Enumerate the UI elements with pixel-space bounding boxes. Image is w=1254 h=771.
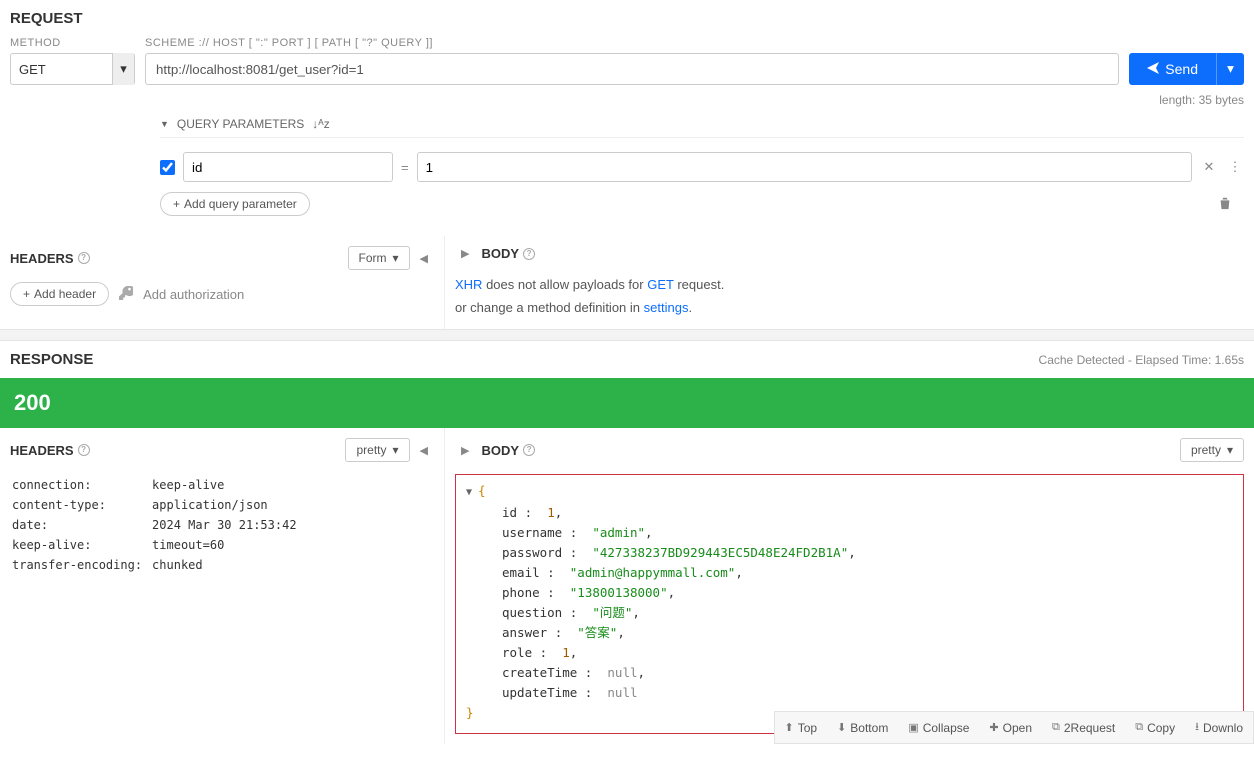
top-button[interactable]: ⬆Top	[775, 712, 828, 743]
resp-headers-mode[interactable]: pretty ▾	[345, 438, 409, 462]
plus-icon: +	[23, 287, 30, 301]
trash-icon[interactable]	[1216, 196, 1234, 213]
chevron-down-icon: ▼	[160, 119, 169, 129]
url-length: length: 35 bytes	[0, 93, 1254, 111]
add-header-button[interactable]: + Add header	[10, 282, 109, 306]
add-header-label: Add header	[34, 287, 96, 301]
header-row: connection:keep-alive	[12, 476, 305, 494]
collapse-toggle-icon[interactable]: ▼	[466, 487, 478, 498]
collapse-button[interactable]: ▣Collapse	[898, 712, 979, 743]
2request-button[interactable]: ⧉2Request	[1042, 712, 1125, 743]
add-param-label: Add query parameter	[184, 197, 297, 211]
headers-mode-value: Form	[359, 251, 387, 265]
request-title: REQUEST	[0, 0, 1254, 37]
send-label: Send	[1165, 61, 1198, 77]
header-row: content-type:application/json	[12, 496, 305, 514]
resp-headers-title: HEADERS	[10, 443, 74, 458]
caret-down-icon: ▾	[393, 443, 399, 457]
arrow-up-circle-icon: ⬆	[785, 721, 794, 734]
caret-down-icon: ▾	[393, 251, 399, 265]
download-icon: ⭳	[1195, 718, 1199, 737]
response-json: ▼{ id : 1, username : "admin", password …	[455, 474, 1244, 734]
sort-icon[interactable]: ↓ᴬz	[312, 117, 329, 131]
get-link[interactable]: GET	[647, 277, 674, 292]
url-label: SCHEME :// HOST [ ":" PORT ] [ PATH [ "?…	[145, 37, 1119, 49]
method-select[interactable]: GET ▾	[10, 53, 135, 85]
paper-plane-icon	[1147, 61, 1159, 77]
param-menu-icon[interactable]: ⋮	[1226, 159, 1244, 175]
url-input[interactable]	[145, 53, 1119, 85]
response-toolbar: ⬆Top ⬇Bottom ▣Collapse ✚Open ⧉2Request ⧉…	[774, 711, 1254, 744]
collapse-icon: ▣	[908, 721, 918, 734]
copy-button[interactable]: ⧉Copy	[1125, 712, 1185, 743]
help-icon[interactable]: ?	[78, 252, 90, 264]
caret-down-icon[interactable]: ▾	[112, 53, 134, 85]
copy-icon: ⧉	[1135, 721, 1143, 734]
open-button[interactable]: ✚Open	[979, 712, 1042, 743]
body-disabled-msg: XHR does not allow payloads for GET requ…	[455, 273, 1244, 296]
response-headers-table: connection:keep-alive content-type:appli…	[10, 474, 307, 576]
help-icon[interactable]: ?	[78, 444, 90, 456]
response-title: RESPONSE	[10, 351, 93, 368]
param-key-input[interactable]	[183, 152, 393, 182]
caret-down-icon: ▾	[1227, 443, 1233, 457]
method-label: METHOD	[10, 37, 135, 49]
param-enabled-checkbox[interactable]	[160, 160, 175, 175]
collapse-left-icon[interactable]: ◀	[414, 444, 434, 457]
help-icon[interactable]: ?	[523, 444, 535, 456]
status-code: 200	[0, 378, 1254, 428]
arrow-down-circle-icon: ⬇	[837, 721, 846, 734]
open-icon: ✚	[989, 721, 998, 734]
header-row: keep-alive:timeout=60	[12, 536, 305, 554]
header-row: date:2024 Mar 30 21:53:42	[12, 516, 305, 534]
method-value: GET	[19, 62, 46, 77]
download-button[interactable]: ⭳Downlo	[1185, 712, 1253, 743]
query-params-title: QUERY PARAMETERS	[177, 117, 304, 131]
query-param-row: = ✕ ⋮	[160, 138, 1244, 192]
help-icon[interactable]: ?	[523, 248, 535, 260]
query-params-header[interactable]: ▼ QUERY PARAMETERS ↓ᴬz	[160, 117, 1244, 138]
remove-param-icon[interactable]: ✕	[1200, 159, 1218, 175]
expand-right-icon[interactable]: ▶	[455, 247, 475, 260]
send-button[interactable]: Send	[1129, 53, 1216, 85]
add-query-param-button[interactable]: + Add query parameter	[160, 192, 310, 216]
req-body-title: BODY	[481, 246, 519, 261]
param-value-input[interactable]	[417, 152, 1192, 182]
header-row: transfer-encoding:chunked	[12, 556, 305, 574]
req-headers-title: HEADERS	[10, 251, 74, 266]
equals-sign: =	[401, 160, 409, 175]
settings-link[interactable]: settings	[644, 300, 689, 315]
mode-value: pretty	[1191, 443, 1221, 457]
bottom-button[interactable]: ⬇Bottom	[827, 712, 898, 743]
resp-body-title: BODY	[481, 443, 519, 458]
key-icon	[119, 286, 133, 303]
copy-request-icon: ⧉	[1052, 721, 1060, 734]
headers-mode-select[interactable]: Form ▾	[348, 246, 410, 270]
expand-right-icon[interactable]: ▶	[455, 444, 475, 457]
resp-body-mode[interactable]: pretty ▾	[1180, 438, 1244, 462]
add-auth-link[interactable]: Add authorization	[143, 287, 244, 302]
xhr-link[interactable]: XHR	[455, 277, 482, 292]
collapse-left-icon[interactable]: ◀	[414, 252, 434, 265]
plus-icon: +	[173, 197, 180, 211]
body-settings-msg: or change a method definition in setting…	[455, 296, 1244, 319]
send-dropdown[interactable]: ▾	[1216, 53, 1244, 85]
section-divider	[0, 329, 1254, 341]
response-meta: Cache Detected - Elapsed Time: 1.65s	[1039, 353, 1244, 367]
mode-value: pretty	[356, 443, 386, 457]
